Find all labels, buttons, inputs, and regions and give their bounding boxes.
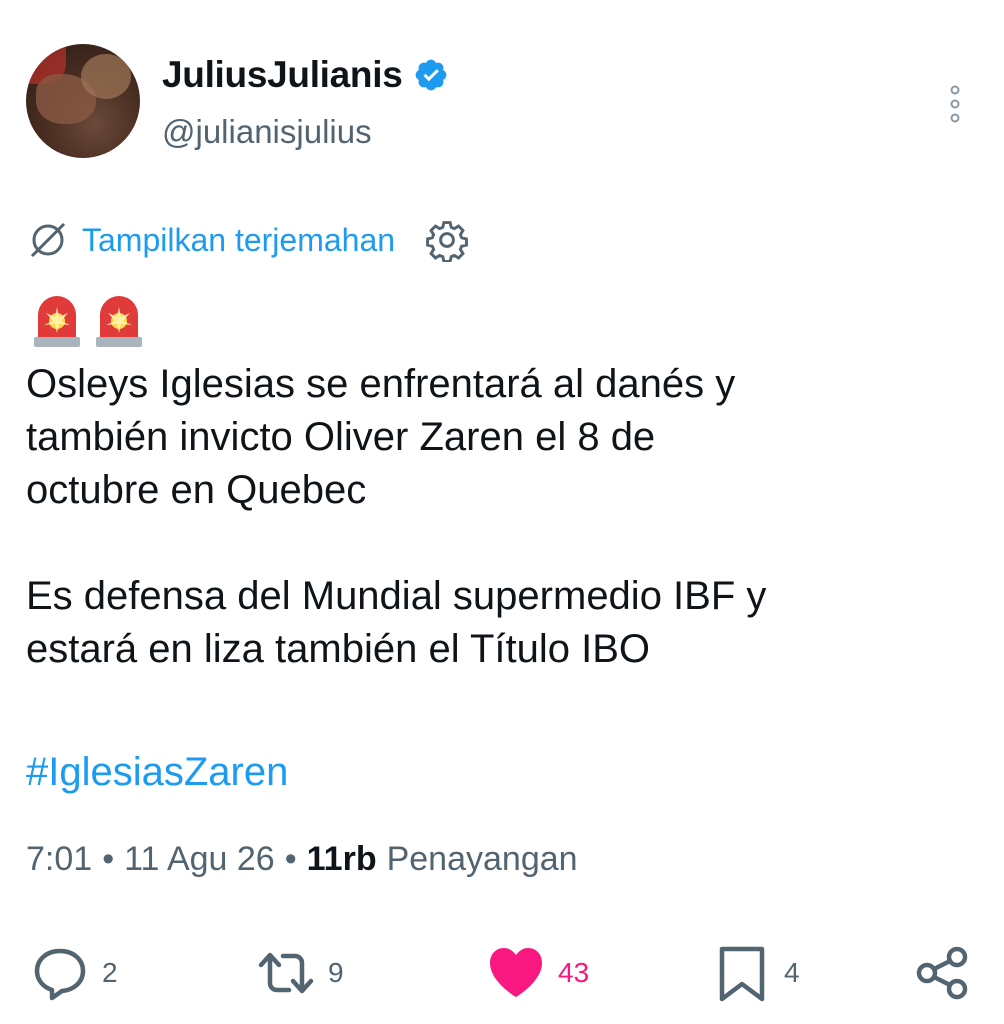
share-button[interactable] [912,938,972,1008]
show-translation-link[interactable]: Tampilkan terjemahan [82,222,395,259]
hashtag-link[interactable]: #IglesiasZaren [26,750,288,795]
like-button[interactable]: 43 [486,938,589,1008]
verified-badge-icon [415,59,446,91]
more-options-icon[interactable] [942,84,968,124]
post-meta: 7:01 • 11 Agu 26 • 11rb Penayangan [26,840,578,879]
gear-icon[interactable] [425,218,469,262]
meta-separator: • [284,840,297,878]
post-time[interactable]: 7:01 [26,840,92,879]
avatar[interactable] [26,44,140,158]
action-bar: 2 9 43 4 [0,938,1004,1008]
bookmark-icon [719,946,765,1002]
author-display-name[interactable]: JuliusJulianis [162,54,403,96]
siren-icon [34,296,80,347]
post-text: Osleys Iglesias se enfrentará al danés y… [26,362,767,671]
repost-count: 9 [328,957,344,988]
reply-icon [34,948,86,1001]
avatar-shape [81,54,131,99]
siren-icon [96,296,142,347]
author-name-row[interactable]: JuliusJulianis [162,54,449,96]
meta-separator: • [102,840,115,878]
views-label: Penayangan [386,840,578,878]
views-count: 11rb [306,840,377,878]
translate-row[interactable]: Tampilkan terjemahan [26,218,469,262]
translate-icon [30,222,66,258]
reply-count: 2 [102,957,118,988]
repost-icon [258,952,314,994]
post-emoji [30,293,146,349]
heart-filled-icon [490,948,542,997]
bookmark-count: 4 [784,957,800,988]
reply-button[interactable]: 2 [30,938,118,1008]
repost-button[interactable]: 9 [256,938,344,1008]
post-date[interactable]: 11 Agu 26 [124,840,275,879]
author-handle[interactable]: @julianisjulius [162,113,372,151]
like-count: 43 [558,957,590,988]
bookmark-button[interactable]: 4 [712,938,800,1008]
share-icon [916,946,968,1000]
